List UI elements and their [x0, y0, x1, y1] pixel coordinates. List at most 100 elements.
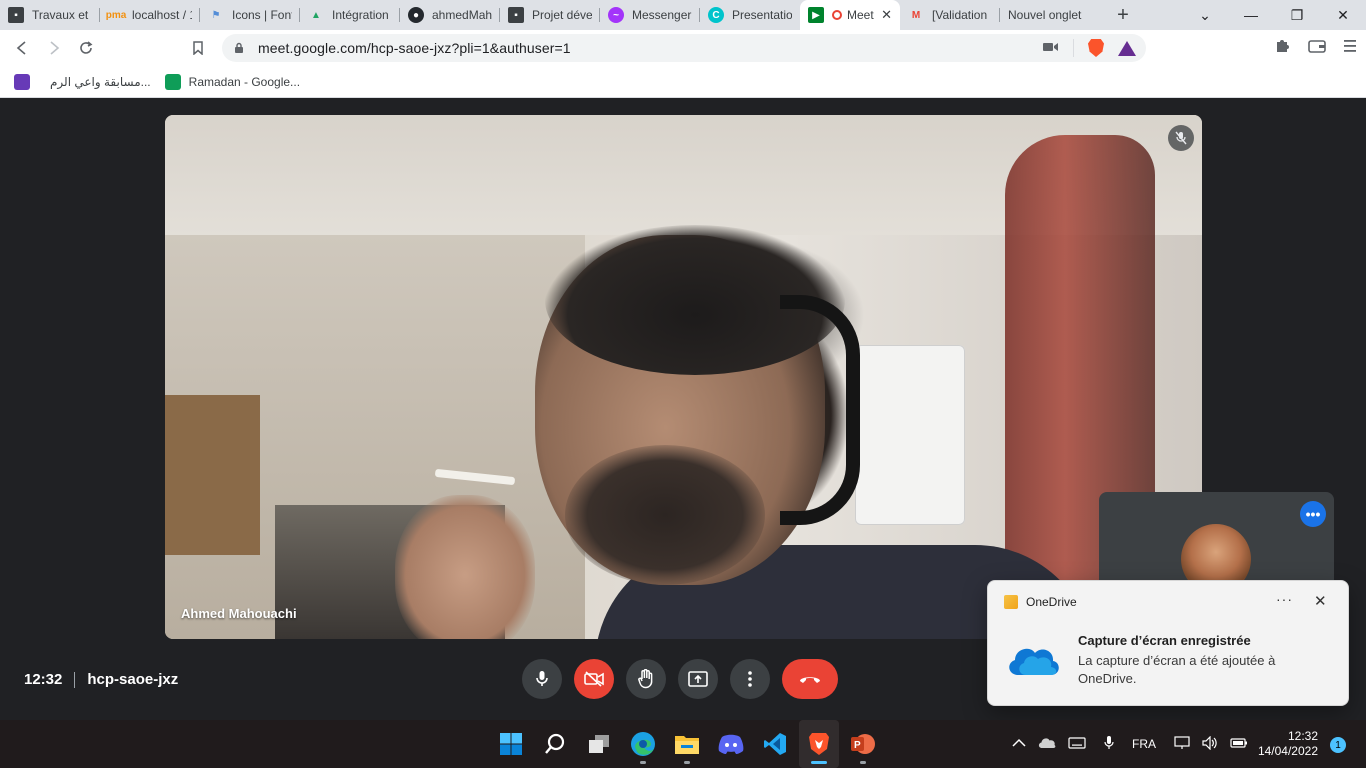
- minimize-button[interactable]: —: [1228, 0, 1274, 30]
- onedrive-tray-icon[interactable]: [1038, 736, 1056, 753]
- tab-integration[interactable]: ▲ Intégration: [300, 0, 400, 30]
- taskbar-apps: P: [491, 720, 883, 768]
- tab-presentation[interactable]: C Presentation: [700, 0, 800, 30]
- battery-icon[interactable]: [1230, 737, 1248, 752]
- edge-icon: [631, 732, 655, 756]
- svg-text:P: P: [854, 740, 861, 751]
- notification-app-name: OneDrive: [1026, 595, 1077, 609]
- volume-icon[interactable]: [1202, 735, 1218, 753]
- clock-date: 14/04/2022: [1257, 744, 1318, 758]
- tab-new[interactable]: Nouvel onglet: [1000, 0, 1100, 30]
- participant-video[interactable]: Ahmed Mahouachi: [165, 115, 1202, 639]
- notification-more-icon[interactable]: ···: [1276, 591, 1293, 607]
- wallet-icon[interactable]: [1308, 39, 1326, 57]
- windows-taskbar: P FRA 12:32 14/04/2022 1: [0, 720, 1366, 768]
- extensions-icon[interactable]: [1274, 38, 1290, 58]
- google-drive-icon: ▲: [311, 9, 321, 21]
- search-icon: [545, 733, 565, 754]
- tab-projet[interactable]: ▪ Projet dévelo: [500, 0, 600, 30]
- more-options-icon[interactable]: •••: [1300, 501, 1326, 527]
- bookmarks-bar: مسابقة واعي الرم... Ramadan - Google...: [0, 66, 1366, 98]
- bookmark-page-icon[interactable]: [182, 32, 214, 64]
- leave-call-button[interactable]: [782, 659, 838, 699]
- tab-validation[interactable]: M [Validation: [900, 0, 1000, 30]
- new-tab-button[interactable]: +: [1108, 0, 1138, 30]
- system-tray: FRA: [1012, 720, 1248, 768]
- start-icon: [500, 733, 522, 755]
- raise-hand-button[interactable]: [626, 659, 666, 699]
- notification-body: La capture d’écran a été ajoutée à OneDr…: [1078, 653, 1276, 686]
- tab-messenger[interactable]: ~ Messenger: [600, 0, 700, 30]
- onedrive-app-icon: [1004, 595, 1018, 609]
- participant-name: Ahmed Mahouachi: [181, 606, 297, 621]
- more-options-button[interactable]: [730, 659, 770, 699]
- bookmark-item[interactable]: مسابقة واعي الرم...: [14, 73, 151, 90]
- start-button[interactable]: [491, 720, 531, 768]
- taskbar-discord[interactable]: [711, 720, 751, 768]
- forward-button[interactable]: [38, 32, 70, 64]
- onedrive-notification[interactable]: OneDrive ··· ✕ Capture d’écran enregistr…: [987, 580, 1349, 706]
- tab-title: Travaux et c: [32, 8, 92, 22]
- tab-travaux[interactable]: ▪ Travaux et c: [0, 0, 100, 30]
- tab-title: Messenger: [632, 8, 692, 22]
- window-controls: ⌄ — ❐ ✕: [1182, 0, 1366, 30]
- taskbar-clock[interactable]: 12:32 14/04/2022: [1252, 729, 1318, 759]
- close-tab-icon[interactable]: ✕: [881, 7, 892, 23]
- tab-title: localhost / 1: [132, 8, 192, 22]
- tab-strip: ▪ Travaux et c pma localhost / 1 ⚑ Icons…: [0, 0, 1366, 30]
- taskbar-edge[interactable]: [623, 720, 663, 768]
- brave-shields-icon[interactable]: [1088, 39, 1104, 57]
- input-language[interactable]: FRA: [1132, 737, 1156, 751]
- google-meet-icon: ▶: [808, 7, 824, 23]
- taskbar-file-explorer[interactable]: [667, 720, 707, 768]
- tab-title: Presentation: [732, 8, 792, 22]
- call-controls: [522, 659, 838, 699]
- mic-muted-icon: [1168, 125, 1194, 151]
- browser-toolbar: meet.google.com/hcp-saoe-jxz?pli=1&authu…: [0, 30, 1366, 66]
- menu-icon[interactable]: [1344, 39, 1356, 57]
- lock-icon: [234, 42, 246, 54]
- task-view-button[interactable]: [579, 720, 619, 768]
- phpmyadmin-icon: pma: [105, 9, 127, 21]
- microphone-tray-icon[interactable]: [1104, 735, 1114, 754]
- discord-icon: [718, 734, 744, 754]
- chevron-up-icon[interactable]: [1012, 737, 1026, 751]
- back-button[interactable]: [6, 32, 38, 64]
- taskbar-brave[interactable]: [799, 720, 839, 768]
- reload-button[interactable]: [70, 32, 102, 64]
- maximize-button[interactable]: ❐: [1274, 0, 1320, 30]
- tab-github[interactable]: ● ahmedMah: [400, 0, 500, 30]
- bookmark-item[interactable]: Ramadan - Google...: [164, 73, 301, 90]
- recording-icon: [832, 10, 842, 20]
- tab-search-icon[interactable]: ⌄: [1182, 0, 1228, 30]
- tab-meet[interactable]: ▶ Meet ✕: [800, 0, 900, 30]
- close-window-button[interactable]: ✕: [1320, 0, 1366, 30]
- present-screen-button[interactable]: [678, 659, 718, 699]
- tab-title: ahmedMah: [432, 8, 492, 22]
- camera-in-use-icon[interactable]: [1043, 40, 1059, 56]
- tab-title: Icons | Font: [232, 8, 292, 22]
- notification-header: OneDrive: [1004, 595, 1077, 609]
- microphone-button[interactable]: [522, 659, 562, 699]
- taskbar-search-button[interactable]: [535, 720, 575, 768]
- display-icon[interactable]: [1174, 735, 1190, 753]
- notification-close-icon[interactable]: ✕: [1314, 592, 1327, 610]
- onedrive-cloud-icon: [1009, 648, 1059, 675]
- tab-icons[interactable]: ⚑ Icons | Font: [200, 0, 300, 30]
- camera-off-button[interactable]: [574, 659, 614, 699]
- taskbar-powerpoint[interactable]: P: [843, 720, 883, 768]
- meeting-time: 12:32: [24, 671, 63, 688]
- meeting-code: hcp-saoe-jxz: [87, 671, 179, 688]
- github-icon: ●: [408, 7, 424, 23]
- brave-rewards-icon[interactable]: [1118, 40, 1136, 56]
- taskbar-vscode[interactable]: [755, 720, 795, 768]
- keyboard-icon[interactable]: [1068, 736, 1086, 752]
- tab-localhost[interactable]: pma localhost / 1: [100, 0, 200, 30]
- flag-icon: ⚑: [211, 9, 221, 21]
- powerpoint-icon: P: [851, 734, 875, 754]
- bookmark-label: Ramadan - Google...: [188, 74, 301, 89]
- notification-count-badge[interactable]: 1: [1330, 737, 1346, 753]
- doc-icon: ▪: [8, 7, 24, 23]
- address-bar[interactable]: meet.google.com/hcp-saoe-jxz?pli=1&authu…: [222, 34, 1146, 62]
- file-explorer-icon: [675, 736, 699, 754]
